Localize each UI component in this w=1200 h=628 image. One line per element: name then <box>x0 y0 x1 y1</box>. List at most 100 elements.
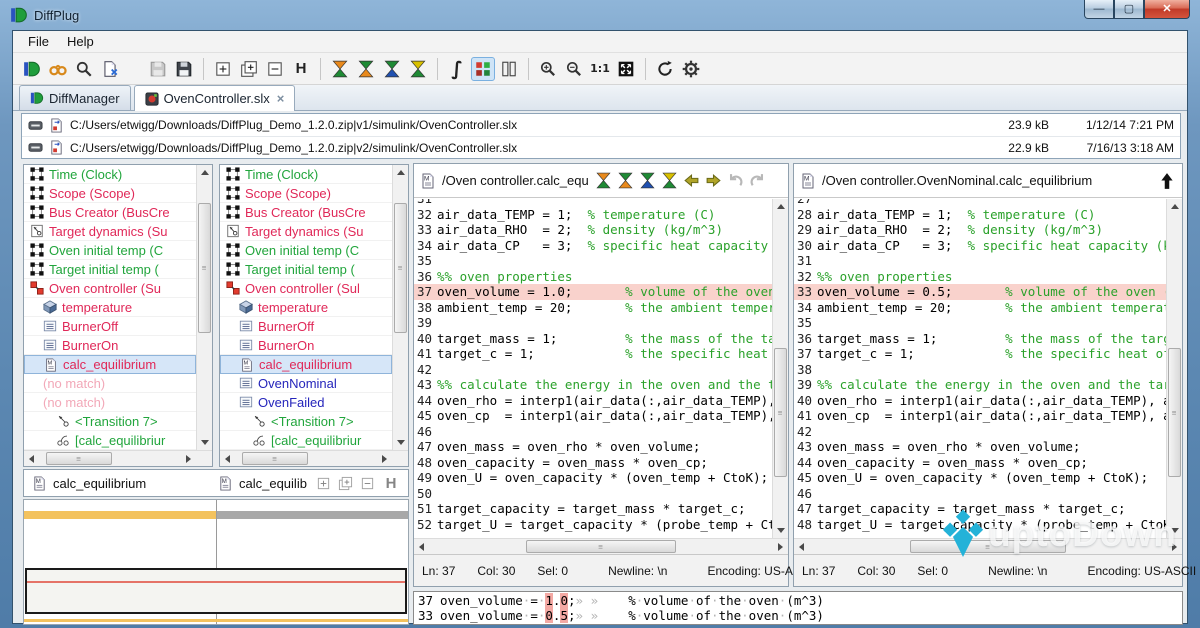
scrollbar-thumb[interactable]: ≡ <box>1168 348 1181 477</box>
scroll-up-icon[interactable] <box>393 165 409 180</box>
go-to-parent-button[interactable] <box>1158 172 1176 190</box>
title-bar[interactable]: DiffPlug — ▢ ✕ <box>0 0 1200 30</box>
code-line[interactable]: 42 <box>414 362 772 378</box>
scroll-left-icon[interactable] <box>24 451 39 466</box>
merge-2-button[interactable] <box>354 57 378 81</box>
code-line[interactable]: 46 <box>794 486 1166 502</box>
tree-item[interactable]: (no match) <box>24 374 196 393</box>
scroll-up-icon[interactable] <box>773 199 789 214</box>
expand-all-button[interactable] <box>337 473 357 493</box>
scroll-down-icon[interactable] <box>1167 523 1183 538</box>
scroll-right-icon[interactable] <box>773 539 788 554</box>
scroll-down-icon[interactable] <box>393 435 409 450</box>
tab-ovencontroller[interactable]: OvenController.slx × <box>134 85 296 111</box>
tree-item[interactable]: [calc_equilibriur <box>220 431 392 450</box>
vertical-scrollbar[interactable]: ≡ <box>392 165 408 450</box>
minimap-bottom-band[interactable] <box>24 619 408 622</box>
tree-item[interactable]: Scope (Scope) <box>220 184 392 203</box>
merge-2-button[interactable] <box>614 170 636 192</box>
scrollbar-thumb[interactable]: ≡ <box>526 540 676 553</box>
code-line[interactable]: 35 <box>794 315 1166 331</box>
settings-button[interactable] <box>679 57 703 81</box>
scrollbar-thumb[interactable]: ≡ <box>242 452 308 465</box>
tree-item[interactable]: Mcalc_equilibrium <box>220 355 392 374</box>
code-line[interactable]: 40target_mass = 1; % the mass of the tar… <box>414 331 772 347</box>
save-button[interactable] <box>146 57 170 81</box>
tree-item[interactable]: BurnerOff <box>220 317 392 336</box>
vertical-scrollbar[interactable]: ≡ <box>1166 199 1182 538</box>
merge-3-button[interactable] <box>636 170 658 192</box>
save-all-button[interactable] <box>172 57 196 81</box>
merge-3-button[interactable] <box>380 57 404 81</box>
diff-overview-map[interactable] <box>23 499 409 625</box>
tree-item[interactable]: Mcalc_equilibrium <box>24 355 196 374</box>
tree-item[interactable]: Target dynamics (Su <box>24 222 196 241</box>
scroll-right-icon[interactable] <box>181 451 196 466</box>
tree-item[interactable]: [calc_equilibriur <box>24 431 196 450</box>
tree-item[interactable]: Bus Creator (BusCre <box>220 203 392 222</box>
redo-button[interactable] <box>746 170 768 192</box>
tree-item[interactable]: BurnerOff <box>24 317 196 336</box>
code-line[interactable]: 31 <box>414 199 772 207</box>
code-line[interactable]: 38 <box>794 362 1166 378</box>
tree-item[interactable]: <Transition 7> <box>220 412 392 431</box>
scrollbar-thumb[interactable]: ≡ <box>198 203 211 333</box>
minimize-button[interactable]: — <box>1084 0 1114 19</box>
minimap-viewport[interactable] <box>25 568 407 614</box>
expand-button[interactable] <box>315 473 335 493</box>
tree-item[interactable]: Oven controller (Su <box>24 279 196 298</box>
tree-item[interactable]: Target initial temp ( <box>220 260 392 279</box>
code-line[interactable]: 39%% calculate the energy in the oven an… <box>794 377 1166 393</box>
maximize-button[interactable]: ▢ <box>1114 0 1144 19</box>
tree-item[interactable]: (no match) <box>24 393 196 412</box>
code-line[interactable]: 28air_data_TEMP = 1; % temperature (C) <box>794 207 1166 223</box>
expand-button[interactable] <box>211 57 235 81</box>
collapse-button[interactable] <box>359 473 379 493</box>
merge-left-button[interactable] <box>680 170 702 192</box>
code-line[interactable]: 46 <box>414 424 772 440</box>
code-line[interactable]: 37target_c = 1; % the specific heat of <box>794 346 1166 362</box>
code-line[interactable]: 29air_data_RHO = 2; % density (kg/m^3) <box>794 222 1166 238</box>
minimap-change-band-left[interactable] <box>24 511 216 519</box>
minimap-change-band-right[interactable] <box>217 511 408 519</box>
code-line[interactable]: 38ambient_temp = 20; % the ambient tempe… <box>414 300 772 316</box>
file-row[interactable]: C:/Users/etwigg/Downloads/DiffPlug_Demo_… <box>22 114 1180 136</box>
code-line[interactable]: 36target_mass = 1; % the mass of the tar… <box>794 331 1166 347</box>
scroll-left-icon[interactable] <box>414 539 429 554</box>
scrollbar-thumb[interactable]: ≡ <box>774 348 787 477</box>
code-line[interactable]: 34ambient_temp = 20; % the ambient tempe… <box>794 300 1166 316</box>
undo-button[interactable] <box>724 170 746 192</box>
code-line[interactable]: 43oven_mass = oven_rho * oven_volume; <box>794 439 1166 455</box>
merge-right-button[interactable] <box>702 170 724 192</box>
tree-item[interactable]: Time (Clock) <box>220 165 392 184</box>
code-line[interactable]: 41oven_cp = interp1(air_data(:,air_data_… <box>794 408 1166 424</box>
hide-h-button[interactable]: H <box>381 473 401 493</box>
tree-item[interactable]: Time (Clock) <box>24 165 196 184</box>
merge-4-button[interactable] <box>658 170 680 192</box>
scroll-left-icon[interactable] <box>794 539 809 554</box>
code-area[interactable]: 2728air_data_TEMP = 1; % temperature (C)… <box>794 199 1166 538</box>
binoculars-button[interactable] <box>46 57 70 81</box>
hide-h-button[interactable]: H <box>289 57 313 81</box>
zoom-in-button[interactable] <box>536 57 560 81</box>
code-line[interactable]: 52target_U = target_capacity * (probe_te… <box>414 517 772 533</box>
code-line[interactable]: 43%% calculate the energy in the oven an… <box>414 377 772 393</box>
scrollbar-thumb[interactable]: ≡ <box>394 203 407 333</box>
tree-item[interactable]: Scope (Scope) <box>24 184 196 203</box>
code-line[interactable]: 30air_data_CP = 3; % specific heat capac… <box>794 238 1166 254</box>
code-line[interactable]: 45oven_cp = interp1(air_data(:,air_data_… <box>414 408 772 424</box>
tree-item[interactable]: Target dynamics (Su <box>220 222 392 241</box>
tree-item[interactable]: temperature <box>24 298 196 317</box>
tree-item[interactable]: Target initial temp ( <box>24 260 196 279</box>
horizontal-scrollbar[interactable]: ≡ <box>220 450 408 466</box>
tab-close-icon[interactable]: × <box>277 91 285 106</box>
scrollbar-thumb[interactable]: ≡ <box>910 540 1065 553</box>
menu-file[interactable]: File <box>19 32 58 51</box>
scroll-up-icon[interactable] <box>1167 199 1183 214</box>
horizontal-scrollbar[interactable]: ≡ <box>794 538 1182 554</box>
horizontal-scrollbar[interactable]: ≡ <box>24 450 212 466</box>
code-line[interactable]: 35 <box>414 253 772 269</box>
code-line[interactable]: 31 <box>794 253 1166 269</box>
code-line[interactable]: 32%% oven properties <box>794 269 1166 285</box>
scroll-left-icon[interactable] <box>220 451 235 466</box>
